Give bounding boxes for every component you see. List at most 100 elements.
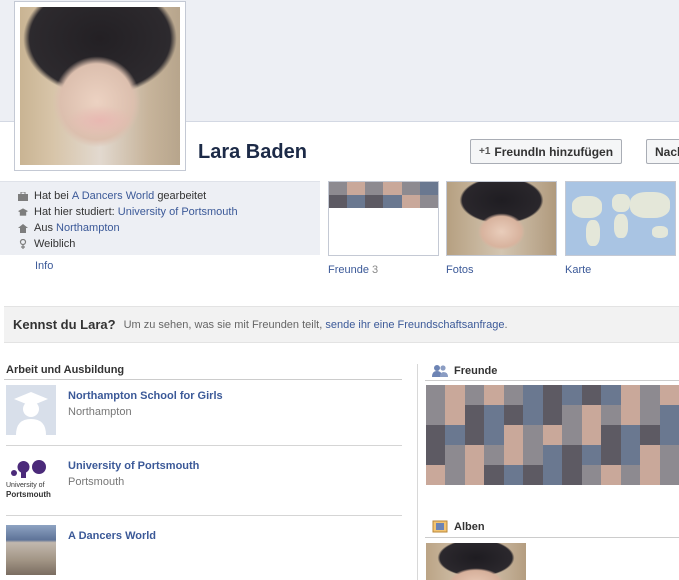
friend-photo-tile: [542, 465, 563, 485]
ask-question: Kennst du Lara?: [13, 317, 116, 332]
edu-separator: [6, 445, 402, 446]
friend-photo-tile: [601, 405, 621, 425]
friend-photo-tile: [503, 405, 524, 425]
friends-label: Freunde: [328, 264, 369, 276]
friend-photo-tile: [484, 445, 504, 465]
friend-photo-tile: [503, 465, 524, 485]
albums-section-title[interactable]: Alben: [432, 520, 485, 533]
friend-mosaic-tile: [347, 195, 366, 208]
friend-photo-tile: [503, 445, 524, 465]
friend-photo-tile: [523, 445, 543, 465]
friend-photo-tile: [523, 405, 543, 425]
briefcase-icon: [18, 191, 28, 201]
friend-mosaic-tile: [401, 195, 420, 208]
friend-photo-tile: [640, 425, 660, 445]
friend-mosaic-tile: [383, 195, 402, 208]
friend-photo-tile: [659, 405, 679, 425]
profile-name: Lara Baden: [198, 141, 307, 163]
friends-thumb-label[interactable]: Freunde 3: [328, 264, 378, 276]
profile-picture[interactable]: [14, 1, 186, 171]
friend-mosaic-tile: [329, 182, 348, 195]
friend-photo-tile: [601, 385, 621, 405]
house-icon: [18, 223, 28, 233]
info-work: Hat bei A Dancers World gearbeitet: [0, 188, 320, 204]
school-name-link[interactable]: Northampton School for Girls: [68, 390, 223, 402]
friend-photo-tile: [523, 385, 543, 405]
friend-photo-tile: [426, 405, 446, 425]
info-box: Hat bei A Dancers World gearbeitet Hat h…: [0, 181, 320, 255]
friend-photo-tile: [659, 425, 679, 445]
info-study-prefix: Hat hier studiert:: [34, 206, 115, 218]
map-thumbnail[interactable]: [565, 181, 676, 256]
albums-divider: [425, 537, 679, 538]
university-place: Portsmouth: [68, 476, 125, 488]
friend-photo-tile: [464, 405, 485, 425]
friend-photo-tile: [464, 385, 485, 405]
photos-thumbnail[interactable]: [446, 181, 557, 256]
university-name-link[interactable]: University of Portsmouth: [68, 460, 199, 472]
friend-photo-tile: [620, 425, 641, 445]
album-thumbnail[interactable]: [426, 543, 526, 580]
work-name-link[interactable]: A Dancers World: [68, 530, 156, 542]
friend-photo-tile: [659, 445, 679, 465]
friend-photo-tile: [542, 425, 563, 445]
info-link[interactable]: Info: [35, 260, 53, 272]
friend-photo-tile: [523, 425, 543, 445]
edu-separator: [6, 515, 402, 516]
send-message-button[interactable]: Nachricht senden: [646, 139, 679, 164]
friend-photo-tile: [484, 385, 504, 405]
university-logo-line1: University of: [6, 482, 45, 489]
friend-photo-tile: [640, 465, 660, 485]
friends-photo-grid[interactable]: [426, 385, 679, 485]
info-work-prefix: Hat bei: [34, 190, 69, 202]
add-friend-button[interactable]: +1 FreundIn hinzufügen: [470, 139, 623, 164]
friend-photo-tile: [581, 425, 602, 445]
friend-photo-tile: [620, 445, 641, 465]
info-from-prefix: Aus: [34, 222, 53, 234]
info-study: Hat hier studiert: University of Portsmo…: [0, 204, 320, 220]
column-divider: [417, 364, 418, 580]
friend-photo-tile: [426, 385, 446, 405]
friends-divider: [425, 380, 679, 381]
friend-mosaic-tile: [419, 195, 438, 208]
friend-photo-tile: [620, 405, 641, 425]
work-divider: [4, 379, 402, 380]
friends-title-text: Freunde: [454, 364, 498, 377]
friend-mosaic-tile: [419, 182, 438, 195]
albums-title-text: Alben: [454, 520, 485, 533]
info-hometown: Aus Northampton: [0, 220, 320, 236]
friend-mosaic-tile: [383, 182, 402, 195]
friend-photo-tile: [542, 405, 563, 425]
add-friend-label: FreundIn hinzufügen: [494, 144, 614, 159]
friend-photo-tile: [562, 385, 582, 405]
work-place-link[interactable]: A Dancers World: [72, 190, 154, 202]
friend-photo-tile: [640, 405, 660, 425]
map-thumb-label[interactable]: Karte: [565, 264, 591, 276]
friend-request-prompt: Kennst du Lara? Um zu sehen, was sie mit…: [4, 306, 679, 343]
friend-photo-tile: [503, 385, 524, 405]
friend-photo-tile: [601, 425, 621, 445]
friend-mosaic-tile: [365, 195, 384, 208]
friend-photo-tile: [601, 445, 621, 465]
hometown-link[interactable]: Northampton: [56, 222, 120, 234]
friend-photo-tile: [484, 405, 504, 425]
friend-request-link[interactable]: sende ihr eine Freundschaftsanfrage: [325, 319, 504, 331]
world-map: [566, 182, 675, 255]
study-place-link[interactable]: University of Portsmouth: [118, 206, 238, 218]
friend-photo-tile: [659, 385, 679, 405]
friend-photo-tile: [640, 445, 660, 465]
ask-end: .: [504, 318, 508, 331]
info-gender-text: Weiblich: [34, 238, 76, 250]
friend-photo-tile: [562, 445, 582, 465]
friends-thumbnail[interactable]: [328, 181, 439, 256]
friend-photo-tile: [659, 465, 679, 485]
photos-thumb-label[interactable]: Fotos: [446, 264, 474, 276]
work-education-title: Arbeit und Ausbildung: [6, 364, 125, 376]
friend-photo-tile: [562, 405, 582, 425]
friends-section-title[interactable]: Freunde: [432, 364, 497, 377]
friend-photo-tile: [581, 465, 602, 485]
friend-photo-tile: [620, 385, 641, 405]
friend-mosaic-tile: [347, 182, 366, 195]
friend-photo-tile: [426, 425, 446, 445]
storefront-image: [6, 525, 56, 575]
